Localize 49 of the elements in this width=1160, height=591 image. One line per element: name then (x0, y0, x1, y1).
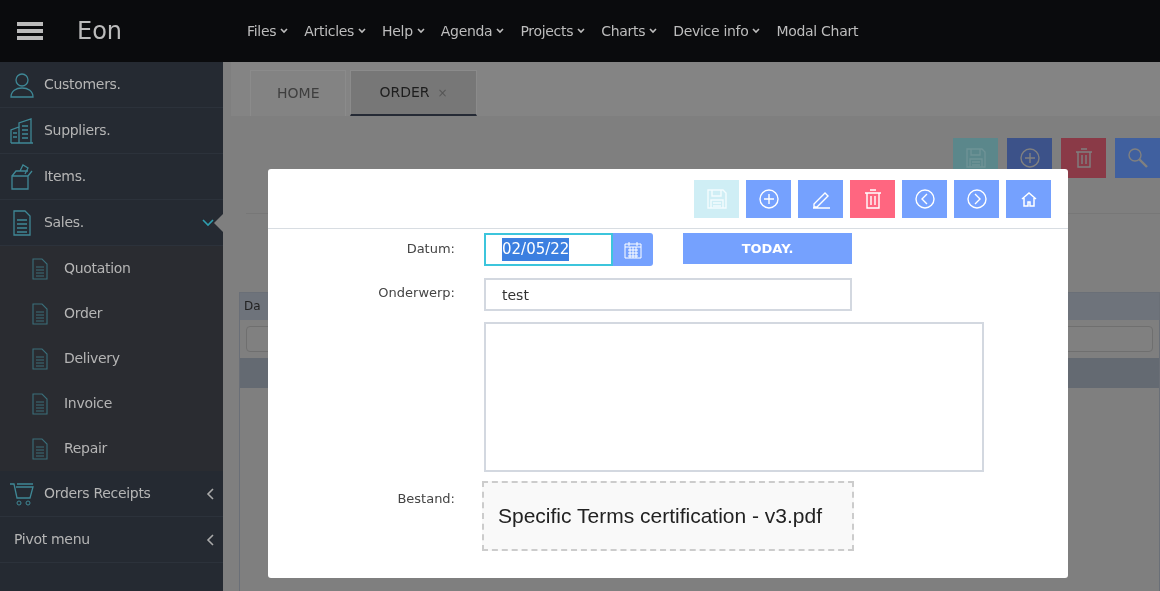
cart-icon (10, 480, 34, 507)
calendar-button[interactable] (613, 233, 653, 266)
building-icon (10, 117, 34, 144)
field-label: Datum: (405, 240, 456, 258)
search-icon (1126, 147, 1149, 169)
document-icon (32, 257, 48, 280)
edit-button[interactable] (798, 180, 843, 218)
subject-field[interactable]: test (484, 278, 852, 311)
field-label: Onderwerp: (377, 284, 456, 302)
calendar-icon (624, 240, 642, 259)
document-icon (32, 392, 48, 415)
sidebar-subitem[interactable]: Delivery (0, 336, 223, 381)
sidebar-subitem[interactable]: Invoice (0, 381, 223, 426)
plus-circle-icon (757, 188, 780, 210)
nav-menu-link[interactable]: Agenda (440, 20, 505, 42)
nav-menu-link[interactable]: Files (247, 20, 289, 42)
nav-menu-link[interactable]: Charts (601, 20, 658, 42)
column-header: Da (244, 299, 261, 313)
document-icon (32, 437, 48, 460)
next-button[interactable] (954, 180, 999, 218)
field-label: Bestand: (396, 490, 456, 508)
nav-menu-link[interactable]: Articles (304, 20, 367, 42)
right-arrow-circle-icon (965, 188, 988, 210)
nav-menu-link[interactable]: Projects (520, 20, 586, 42)
person-icon (10, 71, 34, 98)
nav-menu-link[interactable]: Help (382, 20, 425, 42)
left-arrow-circle-icon (913, 188, 936, 210)
sidebar-item[interactable]: Suppliers. (0, 108, 223, 154)
nav-menu-link[interactable]: Modal Chart (776, 20, 859, 42)
app-logo-text: Eon (77, 16, 124, 47)
box-icon (10, 163, 34, 190)
tab[interactable]: ORDER × (350, 70, 477, 116)
sidebar-subitem[interactable]: Quotation (0, 246, 223, 291)
home-icon (1019, 190, 1038, 208)
document-icon (32, 347, 48, 370)
document-icon (10, 209, 34, 236)
sidebar-subitem[interactable]: Repair (0, 426, 223, 471)
delete-button[interactable] (1061, 138, 1106, 178)
document-icon (32, 302, 48, 325)
sidebar-subitem[interactable]: Order (0, 291, 223, 336)
sidebar-item[interactable]: Orders Receipts (0, 471, 223, 517)
menu-icon[interactable] (17, 22, 43, 40)
search-button[interactable] (1115, 138, 1160, 178)
nav-menu-link[interactable]: Device info (673, 20, 761, 42)
date-field[interactable]: 02/05/22 (484, 233, 613, 266)
file-drop-area[interactable]: Specific Terms certification - v3.pdf (482, 481, 854, 551)
previous-button[interactable] (902, 180, 947, 218)
plus-circle-icon (1018, 147, 1041, 169)
text-area[interactable] (484, 322, 984, 472)
